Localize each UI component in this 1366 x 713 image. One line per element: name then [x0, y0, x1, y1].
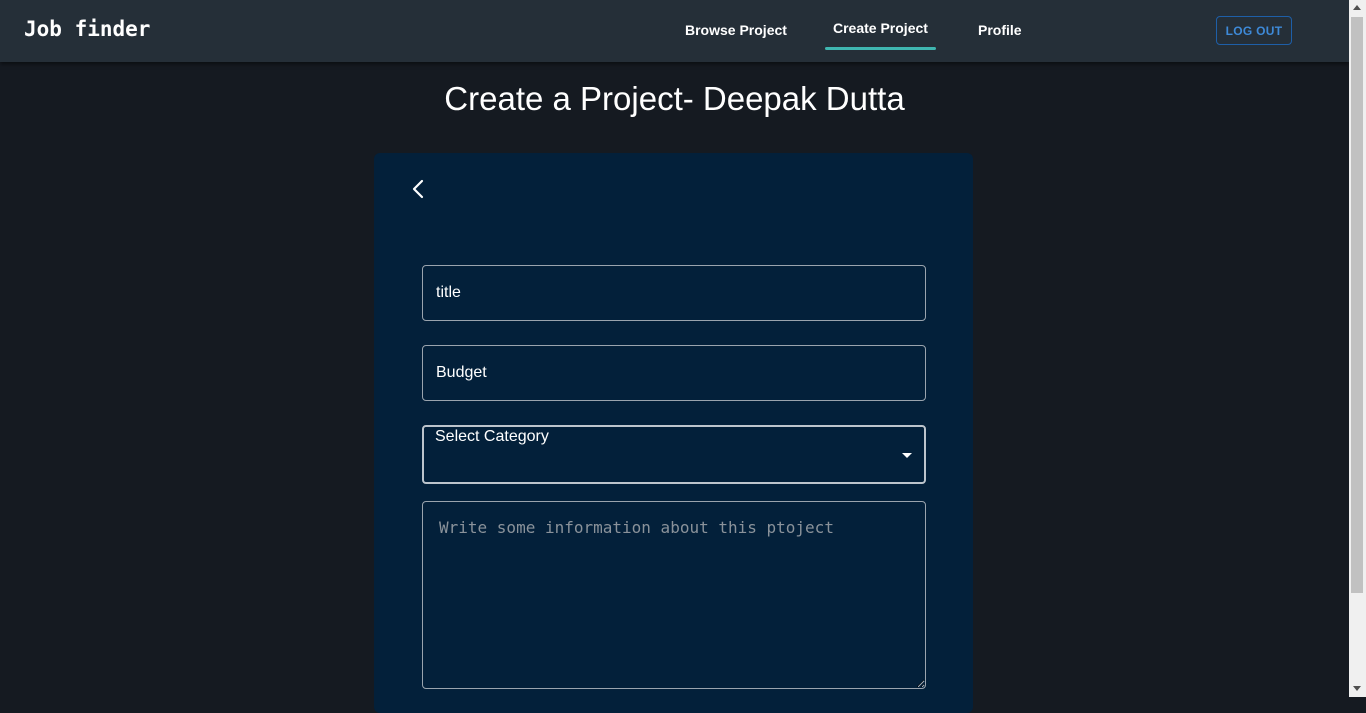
top-navbar: Job finder Browse Project Create Project… [0, 0, 1349, 62]
scroll-thumb[interactable] [1351, 17, 1363, 593]
page-title: Create a Project- Deepak Dutta [444, 80, 905, 117]
nav-browse-project[interactable]: Browse Project [685, 22, 787, 38]
logout-button[interactable]: LOG OUT [1216, 16, 1292, 45]
active-tab-indicator [825, 47, 936, 50]
scroll-down-arrow-icon[interactable] [1353, 686, 1361, 691]
caret-down-icon [902, 453, 912, 458]
budget-field[interactable]: Budget [422, 345, 926, 401]
scroll-up-arrow-icon[interactable] [1353, 5, 1361, 10]
create-project-card: title Budget Select Category [374, 153, 973, 713]
title-field[interactable]: title [422, 265, 926, 321]
nav-create-project[interactable]: Create Project [833, 20, 928, 36]
description-textarea[interactable] [422, 501, 926, 689]
vertical-scrollbar[interactable] [1349, 0, 1366, 697]
back-button[interactable] [404, 173, 434, 205]
nav-profile[interactable]: Profile [978, 22, 1022, 38]
category-select-label: Select Category [435, 428, 549, 445]
category-select[interactable]: Select Category [422, 425, 926, 484]
chevron-left-icon [412, 179, 424, 199]
brand-logo[interactable]: Job finder [24, 17, 150, 41]
